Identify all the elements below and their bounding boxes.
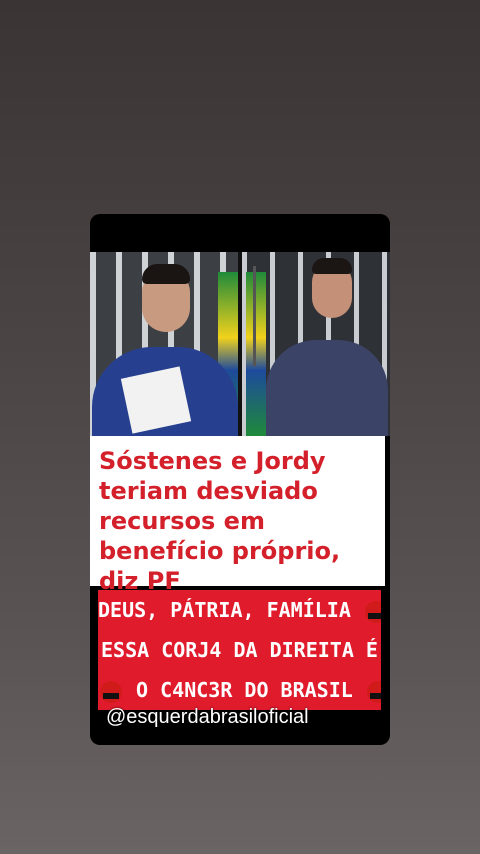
angry-face-icon: [366, 680, 381, 703]
headline-text: Sóstenes e Jordy teriam desviado recurso…: [99, 447, 341, 595]
account-handle[interactable]: @esquerdabrasiloficial: [106, 706, 309, 729]
person-left-hair: [142, 264, 190, 284]
person-right-suit: [266, 340, 388, 436]
banner-line-1: DEUS, PÁTRIA, FAMÍLIA: [98, 590, 381, 630]
banner-line-1-text: DEUS, PÁTRIA, FAMÍLIA: [98, 598, 351, 622]
angry-face-icon: [100, 680, 122, 703]
headline-box: Sóstenes e Jordy teriam desviado recurso…: [90, 436, 385, 595]
flag-right: [246, 272, 266, 436]
angry-face-icon: [364, 600, 381, 623]
banner-line-3-text: O C4NC3R DO BRASIL: [136, 678, 353, 702]
person-right-hair: [312, 258, 352, 274]
banner-line-2: ESSA CORJ4 DA DIREITA É: [98, 630, 381, 670]
story-card: Sóstenes e Jordy teriam desviado recurso…: [90, 214, 390, 745]
news-photo: [90, 252, 390, 436]
banner-line-2-text: ESSA CORJ4 DA DIREITA É: [101, 638, 378, 662]
photo-divider: [238, 252, 242, 436]
microphone: [253, 266, 256, 366]
banner-line-3: O C4NC3R DO BRASIL: [98, 670, 381, 710]
